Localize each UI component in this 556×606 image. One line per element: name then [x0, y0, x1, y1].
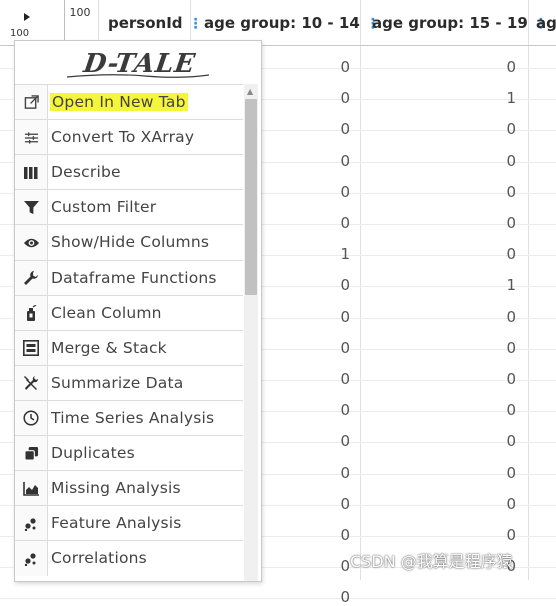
grid-cell[interactable]: 0 — [476, 432, 516, 450]
watermark: CSDN @我算是程序猿 — [350, 552, 513, 571]
area-chart-icon — [15, 471, 48, 507]
grid-cell[interactable]: 0 — [476, 214, 516, 232]
menu-item-label: Duplicates — [51, 444, 135, 462]
scatter-icon — [15, 506, 48, 542]
menu-item-custom-filter[interactable]: Custom Filter — [15, 189, 243, 226]
tools-icon — [15, 365, 48, 401]
dtale-logo: D-TALE — [49, 47, 227, 81]
menu-item-label: Merge & Stack — [51, 338, 167, 357]
grid-cell[interactable]: 0 — [310, 120, 350, 138]
grid-cell[interactable]: 0 — [310, 58, 350, 76]
grid-cell[interactable]: 0 — [476, 183, 516, 201]
menu-item-label: Convert To XArray — [51, 128, 195, 147]
dtale-logo-image: D-TALE — [66, 48, 210, 79]
menu-scrollbar-thumb[interactable] — [245, 99, 257, 295]
grid-cell[interactable]: 0 — [310, 464, 350, 482]
svg-text:D-TALE: D-TALE — [81, 48, 198, 79]
grid-cell[interactable]: 0 — [310, 308, 350, 326]
menu-item-label: Show/Hide Columns — [51, 233, 210, 252]
grid-cell[interactable]: 0 — [476, 370, 516, 388]
grid-cell[interactable]: 0 — [476, 152, 516, 170]
grid-cell[interactable]: 0 — [310, 401, 350, 419]
column-actions-menu: D-TALE Open In New Tab Convert To XArray D… — [14, 40, 262, 582]
menu-item-label: Feature Analysis — [51, 514, 182, 533]
menu-item-open-in-new-tab[interactable]: Open In New Tab — [15, 84, 243, 120]
columns-icon — [15, 155, 48, 191]
grid-cell[interactable]: 0 — [310, 152, 350, 170]
menu-item-label: Dataframe Functions — [51, 268, 217, 287]
grid-cell[interactable]: 0 — [310, 183, 350, 201]
grid-cell[interactable]: 0 — [476, 245, 516, 263]
merge-icon — [15, 330, 48, 366]
menu-item-describe[interactable]: Describe — [15, 154, 243, 191]
wrench-icon — [15, 260, 48, 296]
menu-item-label: Clean Column — [51, 303, 162, 322]
menu-item-merge-stack[interactable]: Merge & Stack — [15, 329, 243, 366]
grid-cell[interactable]: 0 — [476, 120, 516, 138]
grid-cell[interactable]: 0 — [310, 370, 350, 388]
grid-cell[interactable]: 0 — [310, 339, 350, 357]
external-link-icon — [15, 85, 48, 120]
sliders-icon — [15, 120, 48, 156]
menu-item-correlations[interactable]: Correlations — [15, 540, 243, 577]
grid-cell[interactable]: 0 — [310, 495, 350, 513]
row-divider — [0, 598, 556, 600]
column-header-age-15-19[interactable]: age group: 15 - 19 ⋮ — [372, 14, 548, 44]
menu-item-dataframe-functions[interactable]: Dataframe Functions — [15, 259, 243, 296]
menu-item-missing-analysis[interactable]: Missing Analysis — [15, 470, 243, 507]
menu-item-label: Describe — [51, 163, 121, 182]
grid-cell[interactable]: 0 — [476, 464, 516, 482]
row-count-small-label: 100 — [10, 28, 30, 39]
grid-cell[interactable]: 1 — [476, 276, 516, 294]
menu-item-convert-to-xarray[interactable]: Convert To XArray — [15, 119, 243, 156]
clone-icon — [15, 436, 48, 471]
grid-cell[interactable]: 0 — [310, 588, 350, 606]
menu-item-time-series-analysis[interactable]: Time Series Analysis — [15, 399, 243, 436]
column-divider — [528, 0, 529, 580]
menu-item-duplicates[interactable]: Duplicates — [15, 435, 243, 471]
menu-item-feature-analysis[interactable]: Feature Analysis — [15, 505, 243, 542]
grid-cell[interactable]: 0 — [310, 214, 350, 232]
clock-icon — [15, 400, 48, 436]
row-count-label: 100 — [69, 6, 91, 19]
grid-cell[interactable]: 0 — [476, 339, 516, 357]
grid-cell[interactable]: 0 — [310, 276, 350, 294]
column-divider — [360, 0, 361, 580]
menu-item-label: Custom Filter — [51, 198, 157, 217]
grid-cell[interactable]: 0 — [476, 58, 516, 76]
grid-cell[interactable]: 0 — [476, 526, 516, 544]
grid-cell[interactable]: 0 — [310, 557, 350, 575]
grid-cell[interactable]: 0 — [310, 432, 350, 450]
menu-toggle-button[interactable] — [12, 10, 42, 24]
eye-icon — [15, 225, 48, 261]
menu-item-label: Missing Analysis — [51, 479, 181, 498]
grid-cell[interactable]: 0 — [476, 495, 516, 513]
grid-cell[interactable]: 0 — [476, 308, 516, 326]
scroll-up-arrow-icon[interactable]: ▲ — [247, 87, 253, 96]
menu-item-label: Time Series Analysis — [51, 408, 215, 427]
column-header-truncated[interactable]: ag — [536, 14, 556, 44]
grid-cell[interactable]: 0 — [476, 401, 516, 419]
grid-cell[interactable]: 1 — [476, 89, 516, 107]
spray-icon — [15, 295, 48, 331]
menu-item-show-hide-columns[interactable]: Show/Hide Columns — [15, 224, 243, 261]
menu-item-clean-column[interactable]: Clean Column — [15, 294, 243, 331]
scatter-icon — [15, 541, 48, 577]
grid-cell[interactable]: 0 — [310, 526, 350, 544]
grid-cell[interactable]: 1 — [310, 245, 350, 263]
menu-item-summarize-data[interactable]: Summarize Data — [15, 364, 243, 401]
menu-item-label: Summarize Data — [51, 373, 184, 392]
grid-cell[interactable]: 0 — [310, 89, 350, 107]
menu-item-label: Correlations — [51, 549, 147, 568]
caret-right-icon — [24, 13, 30, 21]
filter-icon — [15, 190, 48, 226]
menu-item-label: Open In New Tab — [50, 93, 188, 111]
